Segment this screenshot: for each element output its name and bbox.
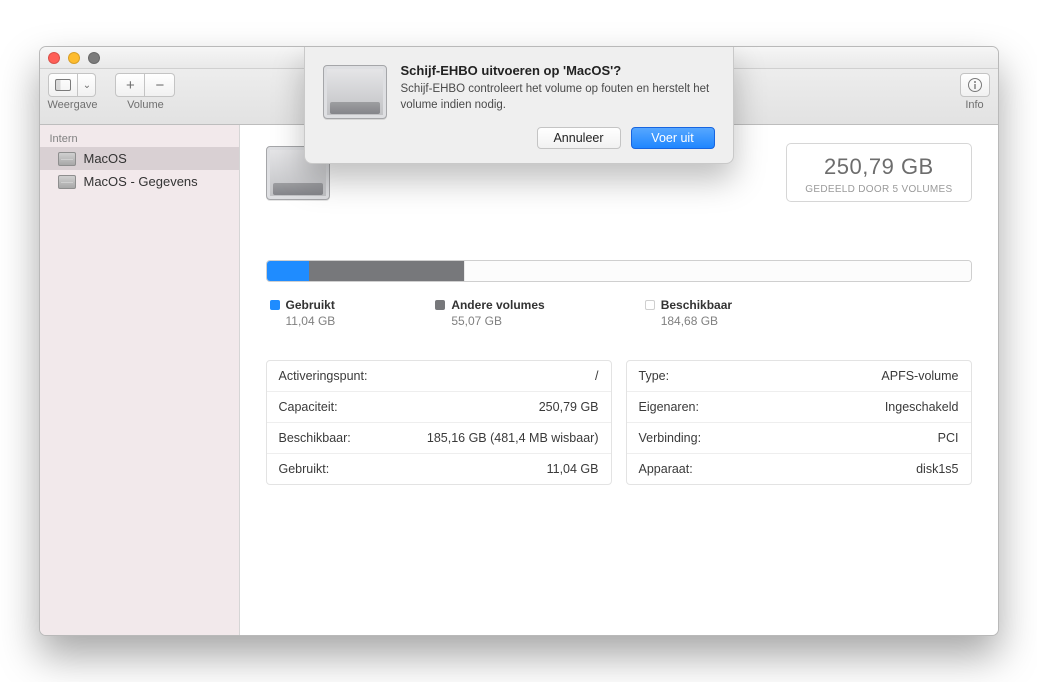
legend-used: Gebruikt 11,04 GB [270,298,336,328]
detail-value: APFS-volume [881,369,958,383]
detail-key: Capaciteit: [279,400,338,414]
usage-segment-free [464,261,971,281]
first-aid-confirm-sheet: Schijf-EHBO uitvoeren op 'MacOS'? Schijf… [304,47,734,164]
capacity-box: 250,79 GB GEDEELD DOOR 5 VOLUMES [786,143,971,202]
plus-icon: + [126,77,135,94]
chevron-down-icon: ⌄ [83,80,91,91]
toolbar-group-view: ⌄ Weergave [48,73,98,111]
detail-value: PCI [938,431,959,445]
sidebar-item-macos[interactable]: MacOS [40,147,239,170]
swatch-used [270,300,280,310]
detail-row: Beschikbaar: 185,16 GB (481,4 MB wisbaar… [267,422,611,453]
detail-key: Verbinding: [639,431,702,445]
disk-utility-window: Schijfhulpprogramma ⌄ Weergave + [39,46,999,636]
detail-row: Activeringspunt: / [267,361,611,391]
detail-value: 11,04 GB [547,462,599,476]
detail-row: Eigenaren: Ingeschakeld [627,391,971,422]
details-table: Activeringspunt: / Capaciteit: 250,79 GB… [266,360,972,485]
detail-row: Type: APFS-volume [627,361,971,391]
detail-value: 185,16 GB (481,4 MB wisbaar) [427,431,599,445]
detail-row: Apparaat: disk1s5 [627,453,971,484]
run-button[interactable]: Voer uit [631,127,715,149]
sidebar: Intern MacOS MacOS - Gegevens [40,125,240,635]
details-col-left: Activeringspunt: / Capaciteit: 250,79 GB… [266,360,612,485]
toolbar-view-label: Weergave [48,99,98,111]
usage-bar [266,260,972,282]
sidebar-icon [55,79,71,91]
legend-used-value: 11,04 GB [270,314,336,328]
usage-segment-other [309,261,464,281]
detail-value: / [595,369,598,383]
capacity-subtitle: GEDEELD DOOR 5 VOLUMES [805,184,952,195]
detail-row: Verbinding: PCI [627,422,971,453]
detail-key: Apparaat: [639,462,693,476]
hard-drive-icon [58,175,76,189]
toolbar-group-volume: + − Volume [115,73,175,111]
close-window-button[interactable] [48,52,60,64]
traffic-lights [48,47,100,68]
detail-row: Gebruikt: 11,04 GB [267,453,611,484]
cancel-button[interactable]: Annuleer [537,127,621,149]
legend-other-value: 55,07 GB [435,314,544,328]
hard-drive-icon [58,152,76,166]
detail-key: Type: [639,369,670,383]
legend-free-value: 184,68 GB [645,314,732,328]
main-content: 250,79 GB GEDEELD DOOR 5 VOLUMES Gebruik… [240,125,998,635]
volume-add-button[interactable]: + [115,73,145,97]
dialog-title: Schijf-EHBO uitvoeren op 'MacOS'? [401,63,715,78]
minus-icon: − [156,77,165,94]
zoom-window-button[interactable] [88,52,100,64]
sidebar-item-label: MacOS - Gegevens [84,174,198,189]
detail-row: Capaciteit: 250,79 GB [267,391,611,422]
toolbar-info-label: Info [965,99,983,111]
view-sidebar-button[interactable] [48,73,78,97]
sidebar-item-macos-data[interactable]: MacOS - Gegevens [40,170,239,193]
body: Intern MacOS MacOS - Gegevens 250,79 GB … [40,125,998,635]
volume-remove-button[interactable]: − [145,73,175,97]
minimize-window-button[interactable] [68,52,80,64]
detail-value: Ingeschakeld [885,400,959,414]
detail-value: disk1s5 [916,462,958,476]
info-button[interactable] [960,73,990,97]
legend-free-label: Beschikbaar [661,298,732,312]
legend-other: Andere volumes 55,07 GB [435,298,544,328]
swatch-other [435,300,445,310]
capacity-value: 250,79 GB [805,154,952,180]
usage-legend: Gebruikt 11,04 GB Andere volumes 55,07 G… [266,296,972,328]
details-col-right: Type: APFS-volume Eigenaren: Ingeschakel… [626,360,972,485]
hard-drive-large-icon [323,65,387,119]
view-menu-button[interactable]: ⌄ [78,73,96,97]
detail-key: Gebruikt: [279,462,330,476]
usage-segment-used [267,261,309,281]
detail-key: Beschikbaar: [279,431,351,445]
detail-key: Eigenaren: [639,400,699,414]
toolbar-volume-label: Volume [127,99,164,111]
sidebar-section-internal: Intern [40,129,239,147]
legend-other-label: Andere volumes [451,298,544,312]
info-icon [967,77,983,93]
legend-used-label: Gebruikt [286,298,335,312]
legend-free: Beschikbaar 184,68 GB [645,298,732,328]
dialog-body: Schijf-EHBO controleert het volume op fo… [401,82,715,113]
detail-value: 250,79 GB [539,400,599,414]
detail-key: Activeringspunt: [279,369,368,383]
sidebar-item-label: MacOS [84,151,127,166]
swatch-free [645,300,655,310]
toolbar-group-info: Info [960,73,990,111]
